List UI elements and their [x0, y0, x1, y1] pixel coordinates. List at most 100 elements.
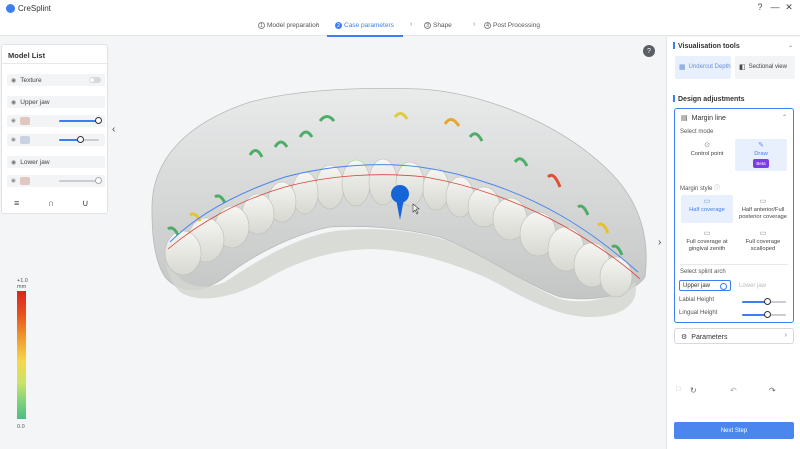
select-mode-label: Select mode [680, 129, 714, 135]
next-step-button[interactable]: Next Step [674, 422, 794, 439]
half-coverage-option[interactable]: ▭ Half coverage [681, 195, 733, 223]
checkbox-icon[interactable]: □ [676, 386, 680, 393]
half-anterior-icon: ▭ [759, 198, 767, 205]
upper-jaw-arch-button[interactable]: Upper jaw [679, 280, 731, 291]
parameters-icon: ⚙ [681, 334, 688, 341]
step-number: 3 [424, 22, 431, 29]
occlusion-view-icon[interactable]: ≡ [14, 198, 19, 208]
eye-icon[interactable]: ◉ [11, 118, 16, 124]
sectional-view-button[interactable]: ◧ Sectional view [735, 56, 795, 79]
slider-fill [59, 180, 99, 182]
slider-knob[interactable] [95, 117, 102, 124]
chevron-up-icon[interactable]: ⌃ [782, 114, 787, 121]
half-coverage-icon: ▭ [703, 198, 711, 205]
eye-icon[interactable]: ◉ [11, 178, 16, 184]
eye-icon[interactable]: ◉ [11, 99, 16, 106]
app-title: CreSplint [18, 4, 51, 13]
eye-icon[interactable]: ◉ [11, 137, 16, 143]
full-scalloped-label: Full coverage scalloped [745, 239, 781, 252]
draw-label: Draw [754, 151, 768, 157]
chevron-right-icon: › [410, 21, 413, 28]
upper-view-icon[interactable]: ∩ [48, 198, 54, 208]
lower-view-icon[interactable]: ∪ [82, 198, 89, 209]
reset-icon[interactable]: ↻ [690, 386, 697, 395]
control-point-option[interactable]: ⊙ Control point [681, 139, 733, 171]
margin-line-header[interactable]: ▤ Margin line [681, 114, 726, 123]
half-anterior-label: Half anterior/Full posterior coverage [738, 207, 787, 220]
sectional-view-label: Sectional view [748, 64, 787, 70]
chevron-right-icon: › [316, 21, 319, 28]
title-bar: CreSplint ? — ✕ [0, 0, 800, 17]
margin-style-label: Margin style ⓘ [680, 183, 720, 192]
parameters-header[interactable]: ⚙ Parameters [681, 333, 728, 342]
full-gingival-label: Full coverage at gingival zenith [686, 239, 728, 252]
lingual-height-row: Lingual Height [679, 310, 789, 320]
select-arch-label: Select splint arch [680, 269, 726, 275]
help-button[interactable]: ? [643, 45, 655, 57]
lower-jaw-row[interactable]: ◉ Lower jaw [7, 156, 105, 168]
labial-height-row: Labial Height [679, 297, 789, 307]
undercut-icon: ▦ [679, 64, 686, 71]
lower-model-slider-row: ◉ [7, 175, 105, 187]
texture-label: Texture [20, 76, 42, 84]
slider-fill [59, 120, 99, 122]
upper-opacity-slider[interactable] [59, 117, 102, 124]
slider-knob[interactable] [95, 177, 102, 184]
upper-offset-slider[interactable] [59, 136, 99, 143]
draw-option[interactable]: ✎ Draw Beta [735, 139, 787, 171]
divider [680, 264, 788, 265]
chevron-right-icon: › [473, 21, 476, 28]
parameters-title: Parameters [691, 333, 728, 341]
lower-jaw-arch-button[interactable]: Lower jaw [736, 280, 788, 291]
step-case-parameters[interactable]: 2 Case parameters [335, 22, 394, 29]
upper-jaw-label: Upper jaw [20, 98, 50, 106]
full-scalloped-icon: ▭ [759, 230, 767, 237]
control-point-label: Control point [690, 151, 724, 157]
undo-icon[interactable]: ↶ [730, 386, 737, 395]
full-scalloped-option[interactable]: ▭ Full coverage scalloped [735, 228, 791, 258]
help-icon[interactable]: ? [753, 2, 767, 12]
upper-jaw-row[interactable]: ◉ Upper jaw [7, 96, 105, 108]
eye-icon[interactable]: ◉ [11, 159, 16, 166]
chevron-right-icon[interactable]: › [785, 332, 787, 339]
half-coverage-label: Half coverage [689, 207, 725, 213]
model-list-panel: Model List ◉ Texture ◉ Upper jaw ◉ ◉ ◉ L… [1, 44, 109, 214]
collapse-left-panel-icon[interactable]: ‹ [112, 124, 115, 135]
collapse-right-panel-icon[interactable]: › [658, 237, 661, 248]
model-list-title: Model List [8, 51, 46, 60]
labial-height-slider[interactable] [742, 298, 786, 305]
upper-model-slider-row: ◉ [7, 115, 105, 127]
minimize-button[interactable]: — [768, 2, 782, 12]
legend-color-bar [17, 291, 26, 419]
info-icon[interactable]: ⓘ [714, 186, 720, 192]
slider-knob[interactable] [764, 298, 772, 305]
margin-line-title: Margin line [691, 114, 726, 122]
step-model-preparation[interactable]: 1 Model preparation [258, 22, 319, 29]
close-button[interactable]: ✕ [782, 2, 796, 13]
lower-opacity-slider[interactable] [59, 177, 102, 184]
parameters-card[interactable]: ⚙ Parameters › [674, 328, 794, 344]
lingual-height-slider[interactable] [742, 311, 786, 318]
draw-icon: ✎ [758, 142, 764, 149]
step-label: Model preparation [267, 22, 320, 29]
margin-style-text: Margin style [680, 186, 713, 192]
visualisation-tools-title: Visualisation tools [673, 42, 740, 50]
margin-line-icon: ▤ [681, 115, 688, 122]
slider-knob[interactable] [77, 136, 84, 143]
sectional-icon: ◧ [739, 64, 746, 71]
step-post-processing[interactable]: 4 Post Processing [484, 22, 540, 29]
half-anterior-option[interactable]: ▭ Half anterior/Full posterior coverage [735, 195, 791, 225]
slider-knob[interactable] [764, 311, 772, 318]
texture-toggle[interactable] [89, 77, 101, 83]
undercut-depth-button[interactable]: ▦ Undercut Depth [675, 56, 731, 79]
lower-jaw-label: Lower jaw [20, 158, 50, 166]
upper-model-swatch [20, 117, 30, 125]
texture-icon: ◉ [11, 77, 17, 84]
chevron-down-icon[interactable]: ⌄ [788, 42, 793, 49]
step-shape[interactable]: 3 Shape [424, 22, 452, 29]
redo-icon[interactable]: ↷ [769, 386, 776, 395]
app-logo-icon [6, 4, 15, 13]
undercut-depth-label: Undercut Depth [688, 64, 731, 70]
full-gingival-option[interactable]: ▭ Full coverage at gingival zenith [679, 228, 735, 258]
upper-splint-swatch [20, 136, 30, 144]
